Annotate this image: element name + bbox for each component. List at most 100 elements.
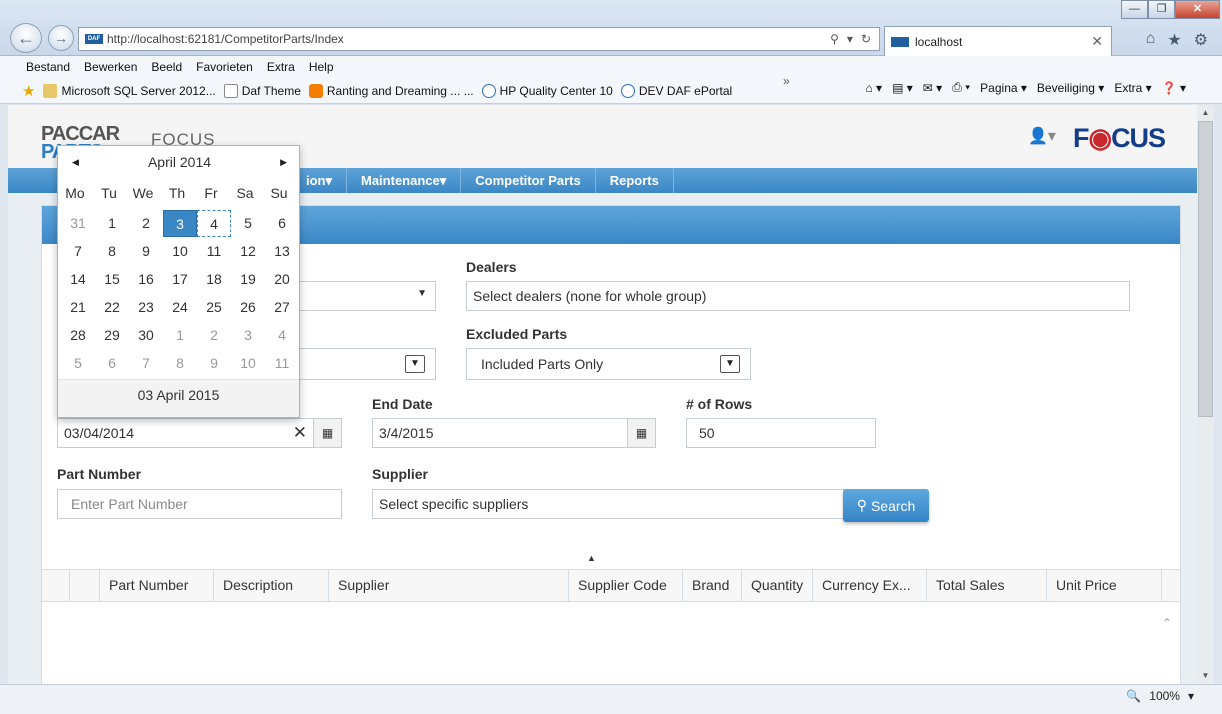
zoom-control[interactable]: 🔍 100% ▾ [1126, 689, 1194, 703]
favorite-item[interactable]: Microsoft SQL Server 2012... [43, 83, 216, 98]
more-favorites-chevron-icon[interactable]: » [783, 74, 790, 88]
favorite-item[interactable]: HP Quality Center 10 [481, 83, 613, 98]
calendar-day[interactable]: 14 [61, 266, 95, 293]
rss-feed-icon[interactable]: ▤ ▾ [892, 81, 913, 95]
menu-favorieten[interactable]: Favorieten [196, 60, 253, 74]
supplier-input[interactable]: Select specific suppliers [372, 489, 846, 519]
calendar-day[interactable]: 28 [61, 322, 95, 349]
grid-column-header[interactable]: Description [214, 570, 329, 601]
close-tab-icon[interactable]: ✕ [1091, 33, 1111, 50]
nav-item-maintenance[interactable]: Maintenance▾ [347, 168, 462, 193]
grid-column-header[interactable]: Brand [683, 570, 742, 601]
calendar-day[interactable]: 5 [231, 210, 265, 237]
address-bar[interactable]: DAF http://localhost:62181/CompetitorPar… [78, 27, 880, 51]
cmd-pagina[interactable]: Pagina ▾ [980, 81, 1027, 95]
mail-icon[interactable]: ✉ ▾ [923, 81, 942, 95]
calendar-day[interactable]: 9 [197, 350, 231, 377]
excluded-parts-select[interactable]: Included Parts Only ▼ [466, 348, 751, 380]
grid-column-header[interactable] [70, 570, 100, 601]
calendar-day[interactable]: 21 [61, 294, 95, 321]
calendar-day[interactable]: 10 [231, 350, 265, 377]
menu-extra[interactable]: Extra [267, 60, 295, 74]
calendar-day[interactable]: 9 [129, 238, 163, 265]
calendar-day[interactable]: 1 [163, 322, 197, 349]
calendar-day[interactable]: 2 [129, 210, 163, 237]
calendar-day[interactable]: 27 [265, 294, 299, 321]
nav-item-competitor-parts[interactable]: Competitor Parts [461, 168, 596, 193]
close-window-button[interactable]: ✕ [1175, 0, 1220, 19]
grid-column-header[interactable]: Part Number [100, 570, 214, 601]
print-icon[interactable]: ⎙ ▾ [952, 80, 970, 95]
address-url[interactable]: http://localhost:62181/CompetitorParts/I… [107, 32, 830, 46]
help-icon[interactable]: ❓ ▾ [1162, 81, 1186, 95]
grid-column-header[interactable]: Total Sales [927, 570, 1047, 601]
home-icon[interactable]: ⌂ ▾ [865, 81, 882, 95]
calendar-day[interactable]: 26 [231, 294, 265, 321]
dealers-input[interactable]: Select dealers (none for whole group) [466, 281, 1130, 311]
scroll-down-arrow-icon[interactable]: ▼ [1197, 668, 1214, 684]
user-menu-icon[interactable]: 👤▾ [1028, 126, 1056, 146]
nav-item-reports[interactable]: Reports [596, 168, 674, 193]
scroll-up-icon[interactable]: ⌃ [1162, 616, 1172, 630]
calendar-day[interactable]: 7 [129, 350, 163, 377]
calendar-day[interactable]: 13 [265, 238, 299, 265]
back-button[interactable]: ← [10, 23, 42, 53]
favorite-item[interactable]: DEV DAF ePortal [620, 83, 732, 98]
calendar-day-today[interactable]: 4 [197, 210, 231, 237]
calendar-day[interactable]: 25 [197, 294, 231, 321]
calendar-day[interactable]: 22 [95, 294, 129, 321]
calendar-day[interactable]: 2 [197, 322, 231, 349]
calendar-day[interactable]: 11 [265, 350, 299, 377]
calendar-day[interactable]: 6 [95, 350, 129, 377]
menu-bestand[interactable]: Bestand [26, 60, 70, 74]
calendar-day[interactable]: 16 [129, 266, 163, 293]
calendar-month-title[interactable]: April 2014 [58, 154, 301, 170]
grid-column-header[interactable]: Quantity [742, 570, 813, 601]
part-number-input[interactable]: Enter Part Number [57, 489, 342, 519]
forward-button[interactable]: → [48, 25, 74, 51]
favorites-star-icon[interactable]: ★ [1167, 30, 1181, 50]
browser-tab[interactable]: localhost ✕ [884, 26, 1112, 56]
favorite-item[interactable]: Ranting and Dreaming ... ... [308, 83, 474, 98]
calendar-today-footer[interactable]: 03 April 2015 [58, 379, 299, 417]
start-date-input[interactable]: 03/04/2014 ✕ ▦ [57, 418, 342, 448]
favorites-star-icon[interactable]: ★ [22, 82, 35, 100]
home-icon[interactable]: ⌂ [1146, 30, 1156, 50]
calendar-day[interactable]: 23 [129, 294, 163, 321]
menu-bewerken[interactable]: Bewerken [84, 60, 137, 74]
refresh-icon[interactable]: ↻ [861, 32, 871, 46]
calendar-day[interactable]: 3 [231, 322, 265, 349]
calendar-day[interactable]: 8 [95, 238, 129, 265]
maximize-button[interactable]: ❐ [1148, 0, 1175, 19]
page-scrollbar[interactable]: ▲ ▼ [1197, 105, 1214, 684]
calendar-icon[interactable]: ▦ [627, 419, 655, 447]
cmd-beveiliging[interactable]: Beveiliging ▾ [1037, 81, 1104, 95]
grid-column-header[interactable]: Supplier Code [569, 570, 683, 601]
scroll-up-arrow-icon[interactable]: ▲ [1197, 105, 1214, 121]
end-date-input[interactable]: 3/4/2015 ▦ [372, 418, 656, 448]
calendar-day[interactable]: 12 [231, 238, 265, 265]
calendar-day[interactable]: 4 [265, 322, 299, 349]
search-icon[interactable]: ⚲ [830, 32, 839, 46]
collapse-panel-icon[interactable]: ▲ [587, 553, 596, 563]
grid-column-header[interactable] [42, 570, 70, 601]
calendar-day[interactable]: 19 [231, 266, 265, 293]
calendar-day[interactable]: 10 [163, 238, 197, 265]
next-month-icon[interactable]: ▶ [280, 157, 287, 168]
minimize-button[interactable]: — [1121, 0, 1148, 19]
calendar-day[interactable]: 5 [61, 350, 95, 377]
cmd-extra[interactable]: Extra ▾ [1114, 81, 1151, 95]
menu-beeld[interactable]: Beeld [151, 60, 182, 74]
calendar-day[interactable]: 11 [197, 238, 231, 265]
calendar-day[interactable]: 17 [163, 266, 197, 293]
calendar-day[interactable]: 1 [95, 210, 129, 237]
grid-column-header[interactable]: Supplier [329, 570, 569, 601]
calendar-day[interactable]: 7 [61, 238, 95, 265]
rows-input[interactable]: 50 [686, 418, 876, 448]
grid-column-header[interactable]: Currency Ex... [813, 570, 927, 601]
calendar-day[interactable]: 20 [265, 266, 299, 293]
calendar-icon[interactable]: ▦ [313, 419, 341, 447]
calendar-day[interactable]: 8 [163, 350, 197, 377]
dropdown-arrow-icon[interactable]: ▾ [1188, 689, 1194, 703]
clear-icon[interactable]: ✕ [293, 423, 307, 443]
